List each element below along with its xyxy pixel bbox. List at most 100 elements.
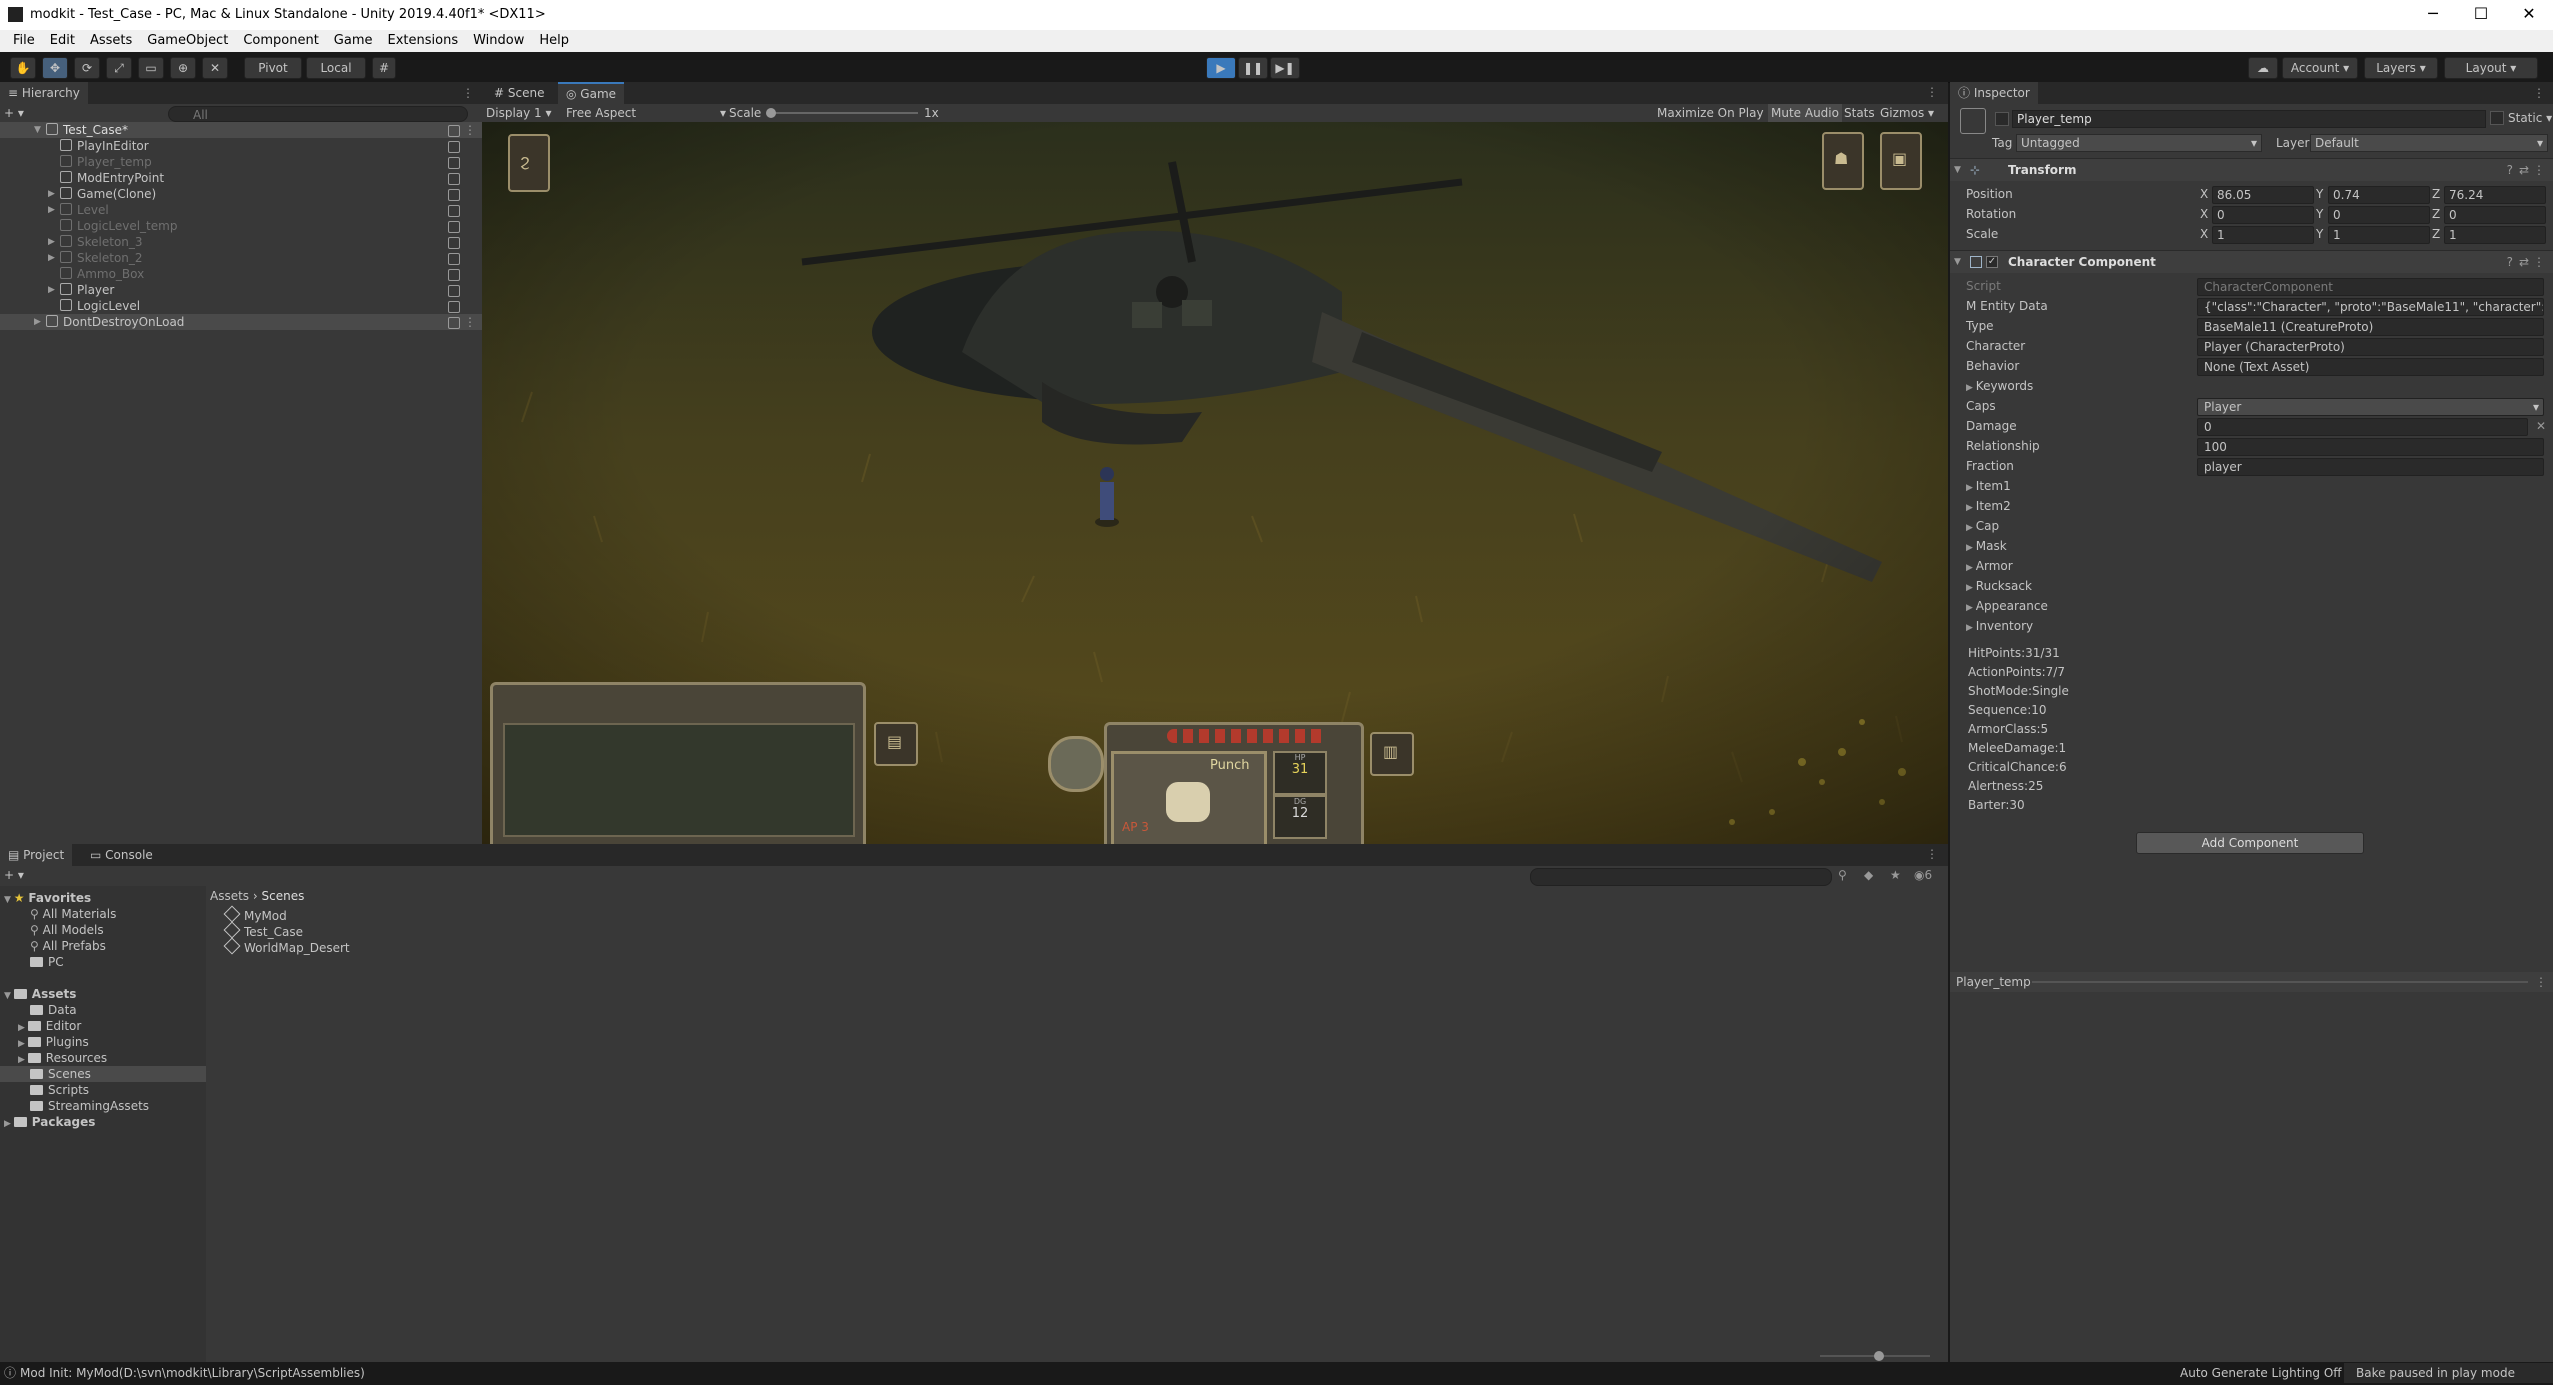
help-icon[interactable]: ? (2507, 251, 2513, 273)
gizmos-dropdown[interactable]: Gizmos ▾ (1880, 104, 1934, 122)
visibility-icon[interactable] (448, 173, 460, 185)
damage-field[interactable]: 0 (2197, 418, 2528, 436)
scale-y-value[interactable]: 1 (2328, 226, 2430, 244)
hud-end-turn-button[interactable] (1048, 736, 1104, 792)
pivot-toggle[interactable]: Pivot (244, 57, 302, 79)
behavior-field[interactable]: None (Text Asset) (2197, 358, 2544, 376)
fraction-field[interactable]: player (2197, 458, 2544, 476)
tab-project[interactable]: ▤ Project (0, 844, 73, 866)
cap-foldout[interactable]: ▶ Cap (1962, 516, 2550, 536)
menu-edit[interactable]: Edit (50, 30, 75, 52)
favorite-item[interactable]: ⚲ All Prefabs (30, 938, 106, 954)
close-button[interactable]: ✕ (2518, 4, 2540, 24)
status-message[interactable]: Mod Init: MyMod(D:\svn\modkit\Library\Sc… (20, 1362, 365, 1385)
row-menu-icon[interactable]: ⋮ (464, 314, 476, 330)
object-name-field[interactable]: Player_temp (2012, 110, 2486, 128)
item1-foldout[interactable]: ▶ Item1 (1962, 476, 2550, 496)
appearance-foldout[interactable]: ▶ Appearance (1962, 596, 2550, 616)
scale-tool-icon[interactable]: ⤢ (106, 57, 132, 79)
rotation-z-value[interactable]: 0 (2444, 206, 2546, 224)
menu-gameobject[interactable]: GameObject (147, 30, 228, 52)
position-x-value[interactable]: 86.05 (2212, 186, 2314, 204)
minimize-button[interactable]: ─ (2422, 4, 2444, 24)
scene-row-test-case[interactable]: ▼ Test_Case* ⋮ (0, 122, 482, 138)
maximize-on-play-toggle[interactable]: Maximize On Play (1657, 104, 1764, 122)
item2-foldout[interactable]: ▶ Item2 (1962, 496, 2550, 516)
keywords-foldout[interactable]: ▶ Keywords (1962, 376, 2550, 396)
favorite-item[interactable]: PC (30, 954, 64, 970)
menu-extensions[interactable]: Extensions (388, 30, 459, 52)
asset-folder[interactable]: ▶ Editor (18, 1018, 81, 1034)
favorite-item[interactable]: ⚲ All Models (30, 922, 104, 938)
armor-foldout[interactable]: ▶ Armor (1962, 556, 2550, 576)
position-z-value[interactable]: 76.24 (2444, 186, 2546, 204)
visibility-icon[interactable] (448, 237, 460, 249)
project-create-button[interactable]: + ▾ (4, 866, 24, 884)
clear-icon[interactable]: ✕ (2536, 416, 2546, 436)
visibility-icon[interactable] (448, 253, 460, 265)
preset-icon[interactable]: ⇄ (2519, 159, 2529, 181)
menu-assets[interactable]: Assets (90, 30, 132, 52)
menu-game[interactable]: Game (334, 30, 373, 52)
hierarchy-item-ammo-box[interactable]: Ammo_Box (0, 266, 482, 282)
hierarchy-item-skeleton-2[interactable]: ▶ Skeleton_2 (0, 250, 482, 266)
local-toggle[interactable]: Local (306, 57, 366, 79)
asset-folder[interactable]: Scripts (30, 1082, 89, 1098)
help-icon[interactable]: ? (2507, 159, 2513, 181)
rotation-x-value[interactable]: 0 (2212, 206, 2314, 224)
visibility-icon[interactable] (448, 269, 460, 281)
layout-dropdown[interactable]: Layout ▾ (2444, 57, 2538, 79)
mute-audio-toggle[interactable]: Mute Audio (1768, 104, 1842, 122)
component-menu-icon[interactable]: ⋮ (2533, 159, 2545, 181)
static-dropdown[interactable]: Static ▾ (2508, 110, 2552, 126)
cloud-icon[interactable]: ☁ (2248, 57, 2278, 79)
packages-root[interactable]: ▶ Packages (4, 1114, 95, 1130)
panel-menu-icon[interactable]: ⋮ (1926, 85, 1938, 99)
tag-dropdown[interactable]: Untagged ▾ (2016, 134, 2262, 152)
asset-folder-selected[interactable]: Scenes (0, 1066, 206, 1082)
hierarchy-item-playineditor[interactable]: PlayInEditor (0, 138, 482, 154)
step-button[interactable]: ▶❚ (1270, 57, 1300, 79)
character-component-header[interactable]: ▼ ✓ Character Component ⋮ ⇄ ? (1950, 250, 2553, 273)
panel-menu-icon[interactable]: ⋮ (1926, 847, 1938, 861)
inventory-foldout[interactable]: ▶ Inventory (1962, 616, 2550, 636)
hierarchy-search-input[interactable]: All (168, 106, 468, 122)
assets-root[interactable]: ▼ Assets (4, 986, 76, 1002)
preset-icon[interactable]: ⇄ (2519, 251, 2529, 273)
scale-slider-track[interactable] (770, 112, 918, 114)
visibility-icon[interactable] (448, 301, 460, 313)
preview-divider[interactable] (2032, 981, 2528, 983)
grid-snap-icon[interactable]: # (372, 57, 396, 79)
aspect-dropdown[interactable]: Free Aspect ▾ (566, 104, 726, 122)
visibility-icon[interactable] (448, 189, 460, 201)
visibility-icon[interactable] (448, 221, 460, 233)
visibility-icon[interactable] (448, 285, 460, 297)
panel-menu-icon[interactable]: ⋮ (2533, 86, 2545, 100)
menu-help[interactable]: Help (539, 30, 569, 52)
favorites-root[interactable]: ▼ ★ Favorites (4, 890, 91, 906)
create-button[interactable]: + ▾ (4, 104, 32, 122)
scene-file[interactable]: WorldMap_Desert (223, 937, 350, 956)
entity-data-field[interactable]: {"class":"Character", "proto":"BaseMale1… (2197, 298, 2544, 316)
active-checkbox[interactable] (1995, 112, 2009, 126)
scene-file[interactable]: Test_Case (223, 921, 303, 940)
character-field[interactable]: Player (CharacterProto) (2197, 338, 2544, 356)
component-enabled-checkbox[interactable]: ✓ (1986, 256, 1998, 268)
scale-slider-thumb[interactable] (766, 108, 776, 118)
display-dropdown[interactable]: Display 1 ▾ (486, 104, 552, 122)
hierarchy-item-skeleton-3[interactable]: ▶ Skeleton_3 (0, 234, 482, 250)
rotation-y-value[interactable]: 0 (2328, 206, 2430, 224)
transform-header[interactable]: ▼ ⊹ Transform ⋮ ⇄ ? (1950, 158, 2553, 181)
account-dropdown[interactable]: Account ▾ (2282, 57, 2358, 79)
move-tool-icon[interactable]: ✥ (42, 57, 68, 79)
tab-game[interactable]: ◎ Game (558, 82, 625, 106)
filter-type-icon[interactable]: ⚲ (1838, 868, 1847, 882)
layers-dropdown[interactable]: Layers ▾ (2364, 57, 2438, 79)
pause-button[interactable]: ❚❚ (1238, 57, 1268, 79)
hierarchy-item-level[interactable]: ▶ Level (0, 202, 482, 218)
relationship-field[interactable]: 100 (2197, 438, 2544, 456)
icon-size-slider-thumb[interactable] (1874, 1351, 1884, 1361)
favorite-item[interactable]: ⚲ All Materials (30, 906, 116, 922)
mask-foldout[interactable]: ▶ Mask (1962, 536, 2550, 556)
hierarchy-item-player-temp[interactable]: Player_temp (0, 154, 482, 170)
